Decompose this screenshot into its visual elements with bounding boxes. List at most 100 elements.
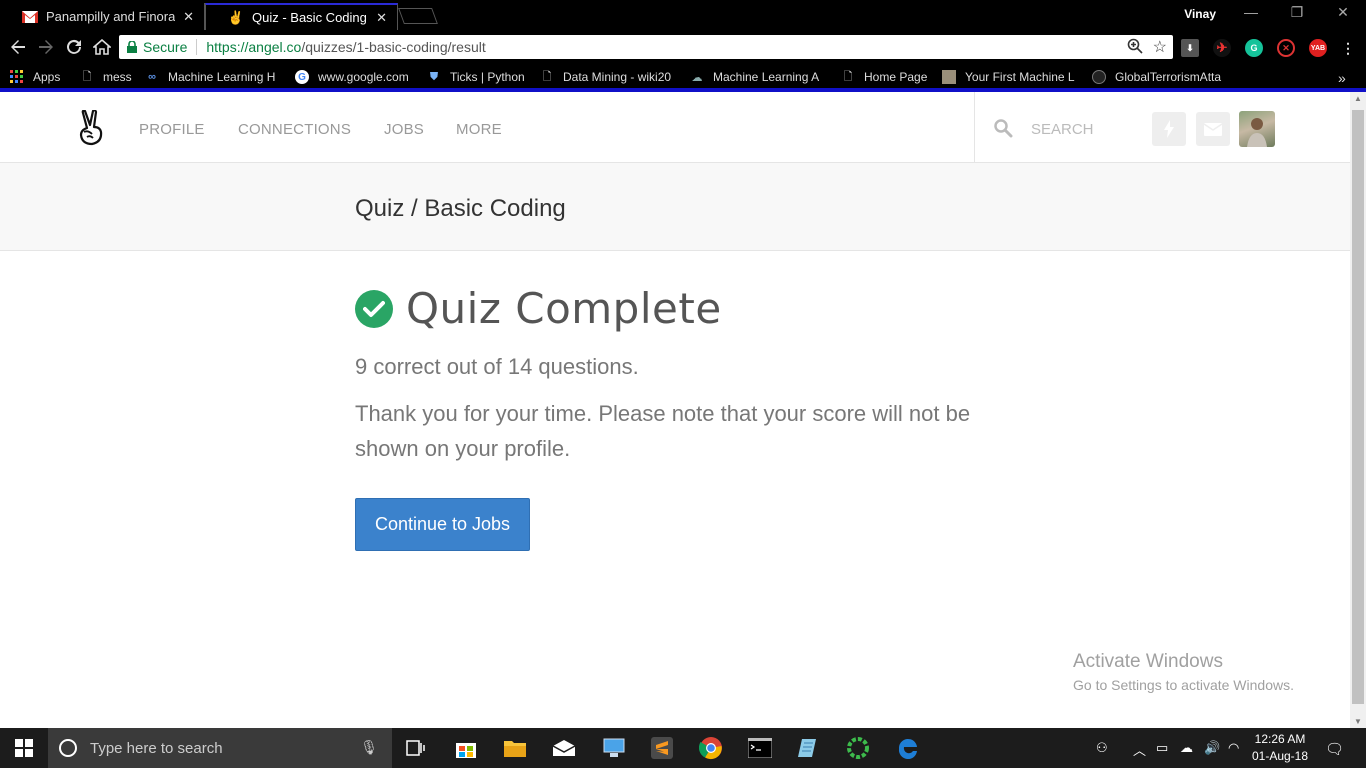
volume-icon[interactable]: 🔊 [1204,740,1220,756]
url-host: https://angel.co [206,39,302,55]
bookmark-google[interactable]: G www.google.com [295,70,409,84]
bookmark-machine-learning-h[interactable]: ∞ Machine Learning H [145,70,280,84]
bookmark-apps[interactable]: Apps [10,70,60,84]
tab-angellist-quiz[interactable]: ✌ Quiz - Basic Coding - AngelList ✕ [205,3,398,30]
zoom-icon[interactable] [1127,38,1143,57]
quiz-status: Quiz Complete [355,284,722,333]
secure-label: Secure [143,39,188,55]
bookmark-data-mining[interactable]: 🗋 Data Mining - wiki20 [540,70,675,84]
yab-extension-icon[interactable]: YAB [1309,39,1327,57]
bookmark-star-icon[interactable]: ☆ [1153,37,1167,57]
forward-icon[interactable] [35,36,57,58]
page-title: Quiz / Basic Coding [355,195,566,222]
battery-icon[interactable]: ▭ [1156,740,1168,756]
translate-extension-icon[interactable]: ✈ [1213,39,1231,57]
clock[interactable]: 12:26 AM 01-Aug-18 [1248,731,1312,765]
clock-date: 01-Aug-18 [1251,749,1309,763]
continue-to-jobs-button[interactable]: Continue to Jobs [355,498,530,551]
store-icon[interactable] [454,736,478,760]
bookmark-label: Data Mining - wiki20 [563,70,672,84]
sublime-text-icon[interactable] [650,736,674,760]
angellist-icon: ✌ [227,9,245,25]
site-search[interactable]: SEARCH [974,92,1350,163]
scroll-down-icon[interactable]: ▼ [1354,717,1362,726]
angellist-logo-icon[interactable] [78,109,106,146]
score-text: 9 correct out of 14 questions. [355,354,639,379]
bookmark-label: mess [103,70,132,84]
menu-icon[interactable]: ⋮ [1339,39,1357,57]
bookmark-ticks-python[interactable]: ⛊ Ticks | Python [427,70,525,84]
bookmark-label: Your First Machine L [965,70,1075,84]
this-pc-icon[interactable] [602,736,626,760]
bookmark-label: Machine Learning A [713,70,820,84]
reload-icon[interactable] [63,36,85,58]
command-prompt-icon[interactable] [748,736,772,760]
task-view-icon[interactable] [404,736,428,760]
windows-start-icon[interactable] [0,728,48,768]
taskbar-search-box[interactable]: Type here to search 🎙 [48,728,392,768]
nav-connections[interactable]: CONNECTIONS [238,121,351,138]
bookmark-mess[interactable]: 🗋 mess [80,70,132,84]
address-bar[interactable]: Secure https://angel.co/quizzes/1-basic-… [119,35,1173,59]
secure-indicator[interactable]: Secure [127,39,187,55]
microphone-icon[interactable]: 🎙 [360,739,378,756]
chrome-icon[interactable] [699,736,723,760]
browser-tab-strip: Panampilly and Finoramic ✕ ✌ Quiz - Basi… [0,0,1366,30]
search-icon [993,118,1013,143]
grammarly-icon[interactable]: G [1245,39,1263,57]
browser-toolbar: Secure https://angel.co/quizzes/1-basic-… [0,30,1366,64]
bookmark-label: www.google.com [318,70,409,84]
taskbar-search-input[interactable]: Type here to search [90,740,223,757]
bookmark-your-first-machine[interactable]: Your First Machine L [942,70,1080,84]
scroll-up-icon[interactable]: ▲ [1354,94,1362,103]
profile-name[interactable]: Vinay [1184,7,1216,21]
more-bookmarks-icon[interactable]: » [1338,70,1346,86]
onedrive-icon[interactable]: ☁ [1180,740,1193,756]
url-path: /quizzes/1-basic-coding/result [301,39,486,55]
minimize-icon[interactable]: — [1228,4,1274,20]
bookmark-label: Machine Learning H [168,70,276,84]
google-icon: G [295,70,309,84]
wifi-icon[interactable]: ◠ [1228,740,1239,756]
download-extension-icon[interactable]: ⬇ [1181,39,1199,57]
file-explorer-icon[interactable] [503,736,527,760]
thumbnail-icon [942,70,956,84]
page-icon: 🗋 [542,70,552,83]
progress-app-icon[interactable] [846,736,870,760]
bookmark-home-page[interactable]: 🗋 Home Page [841,70,928,84]
show-hidden-icons[interactable]: ︿ [1133,740,1146,759]
nav-more[interactable]: MORE [456,121,502,138]
tab-gmail[interactable]: Panampilly and Finoramic ✕ [0,3,205,30]
edge-icon[interactable] [896,736,920,760]
messages-button[interactable] [1196,112,1230,146]
close-window-icon[interactable]: ✕ [1320,4,1366,21]
new-tab-button[interactable] [398,8,438,24]
bookmark-global-terrorism[interactable]: GlobalTerrorismAtta [1092,70,1232,84]
bookmark-label: Ticks | Python [450,70,525,84]
notifications-button[interactable] [1152,112,1186,146]
quiz-complete-heading: Quiz Complete [406,284,722,333]
lightning-icon [1164,120,1174,138]
mail-icon[interactable] [552,736,576,760]
tab-title: Panampilly and Finoramic [46,9,176,24]
restore-icon[interactable]: ❐ [1274,4,1320,21]
close-tab-icon[interactable]: ✕ [376,10,387,26]
block-extension-icon[interactable]: ✕ [1277,39,1295,57]
nav-profile[interactable]: PROFILE [139,121,205,138]
close-tab-icon[interactable]: ✕ [183,9,194,25]
search-input[interactable]: SEARCH [1031,121,1094,138]
avatar[interactable] [1239,111,1275,147]
notepad-icon[interactable] [797,736,821,760]
bookmark-label: GlobalTerrorismAtta [1115,70,1222,84]
back-icon[interactable] [7,36,29,58]
nav-jobs[interactable]: JOBS [384,121,424,138]
shield-icon: ⛊ [429,70,439,83]
page-scrollbar[interactable]: ▲ ▼ [1350,92,1366,728]
action-center-icon[interactable]: 🗨 [1325,740,1344,758]
bookmark-machine-learning-a[interactable]: ☁ Machine Learning A [690,70,825,84]
scroll-thumb[interactable] [1352,110,1364,704]
clock-time: 12:26 AM [1254,732,1306,746]
people-icon[interactable]: ⚇ [1096,740,1108,756]
lock-icon [127,41,137,53]
home-icon[interactable] [91,36,113,58]
